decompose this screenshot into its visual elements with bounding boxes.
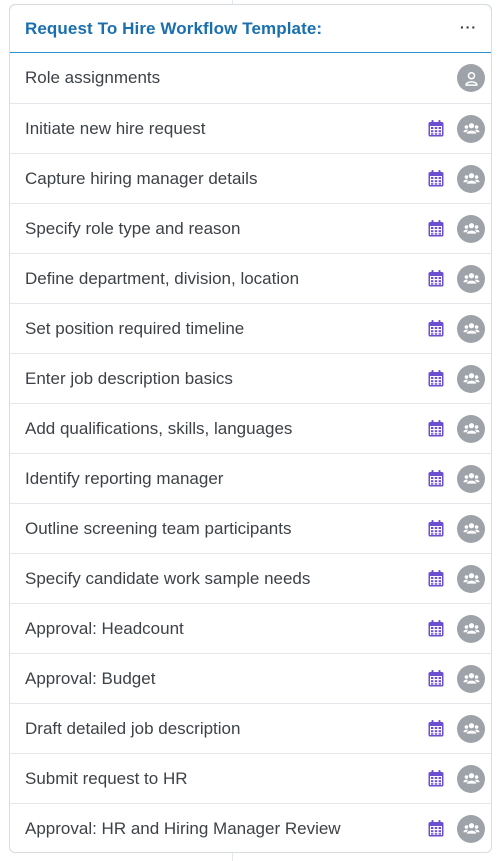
workflow-step-label: Define department, division, location xyxy=(25,268,300,288)
group-users-icon[interactable] xyxy=(457,114,485,143)
workflow-step-label: Specify role type and reason xyxy=(25,218,241,238)
group-users-icon[interactable] xyxy=(457,614,485,643)
workflow-step-label: Identify reporting manager xyxy=(25,468,224,488)
workflow-step-label: Approval: Headcount xyxy=(25,618,184,638)
workflow-step-row[interactable]: Initiate new hire request xyxy=(10,103,491,153)
panel-header: Request To Hire Workflow Template: ··· xyxy=(10,5,491,53)
calendar-icon[interactable] xyxy=(428,120,444,137)
more-options-button[interactable]: ··· xyxy=(460,20,477,38)
workflow-step-row[interactable]: Specify role type and reason xyxy=(10,203,491,253)
calendar-icon[interactable] xyxy=(428,820,444,837)
workflow-step-label: Submit request to HR xyxy=(25,768,188,788)
group-users-icon[interactable] xyxy=(457,564,485,593)
calendar-icon[interactable] xyxy=(428,270,444,287)
workflow-step-label: Specify candidate work sample needs xyxy=(25,568,311,588)
group-users-icon[interactable] xyxy=(457,714,485,743)
workflow-step-row[interactable]: Approval: Budget xyxy=(10,653,491,703)
workflow-step-label: Capture hiring manager details xyxy=(25,168,258,188)
workflow-step-label: Outline screening team participants xyxy=(25,518,292,538)
workflow-step-row[interactable]: Set position required timeline xyxy=(10,303,491,353)
group-users-icon[interactable] xyxy=(457,214,485,243)
single-user-icon[interactable] xyxy=(457,64,485,92)
group-users-icon[interactable] xyxy=(457,514,485,543)
workflow-step-row[interactable]: Outline screening team participants xyxy=(10,503,491,553)
workflow-step-row[interactable]: Role assignments xyxy=(10,53,491,103)
workflow-step-label: Set position required timeline xyxy=(25,318,245,338)
workflow-step-label: Draft detailed job description xyxy=(25,718,241,738)
calendar-icon[interactable] xyxy=(428,220,444,237)
calendar-icon[interactable] xyxy=(428,170,444,187)
group-users-icon[interactable] xyxy=(457,414,485,443)
calendar-icon[interactable] xyxy=(428,370,444,387)
workflow-step-row[interactable]: Specify candidate work sample needs xyxy=(10,553,491,603)
group-users-icon[interactable] xyxy=(457,664,485,693)
group-users-icon[interactable] xyxy=(457,264,485,293)
workflow-step-row[interactable]: Submit request to HR xyxy=(10,753,491,803)
calendar-icon[interactable] xyxy=(428,770,444,787)
workflow-step-row[interactable]: Add qualifications, skills, languages xyxy=(10,403,491,453)
workflow-step-row[interactable]: Define department, division, location xyxy=(10,253,491,303)
group-users-icon[interactable] xyxy=(457,764,485,793)
page-title: Request To Hire Workflow Template: xyxy=(25,18,323,38)
workflow-step-row[interactable]: Capture hiring manager details xyxy=(10,153,491,203)
workflow-step-row[interactable]: Enter job description basics xyxy=(10,353,491,403)
workflow-step-row[interactable]: Approval: HR and Hiring Manager Review xyxy=(10,803,491,852)
workflow-template-panel: Request To Hire Workflow Template: ··· R… xyxy=(9,4,492,853)
workflow-step-label: Approval: HR and Hiring Manager Review xyxy=(25,818,341,838)
workflow-step-label: Add qualifications, skills, languages xyxy=(25,418,293,438)
workflow-step-label: Role assignments xyxy=(25,68,161,87)
workflow-step-row[interactable]: Draft detailed job description xyxy=(10,703,491,753)
calendar-icon[interactable] xyxy=(428,420,444,437)
group-users-icon[interactable] xyxy=(457,464,485,493)
workflow-step-list: Role assignments Initiate new hire reques… xyxy=(10,53,491,852)
calendar-icon[interactable] xyxy=(428,520,444,537)
calendar-icon[interactable] xyxy=(428,620,444,637)
group-users-icon[interactable] xyxy=(457,814,485,843)
workflow-step-row[interactable]: Identify reporting manager xyxy=(10,453,491,503)
calendar-icon[interactable] xyxy=(428,470,444,487)
workflow-step-row[interactable]: Approval: Headcount xyxy=(10,603,491,653)
calendar-icon[interactable] xyxy=(428,670,444,687)
calendar-icon[interactable] xyxy=(428,720,444,737)
workflow-step-label: Approval: Budget xyxy=(25,668,156,688)
group-users-icon[interactable] xyxy=(457,364,485,393)
workflow-step-label: Initiate new hire request xyxy=(25,118,206,138)
calendar-icon[interactable] xyxy=(428,570,444,587)
workflow-step-label: Enter job description basics xyxy=(25,368,233,388)
group-users-icon[interactable] xyxy=(457,314,485,343)
calendar-icon[interactable] xyxy=(428,320,444,337)
group-users-icon[interactable] xyxy=(457,164,485,193)
